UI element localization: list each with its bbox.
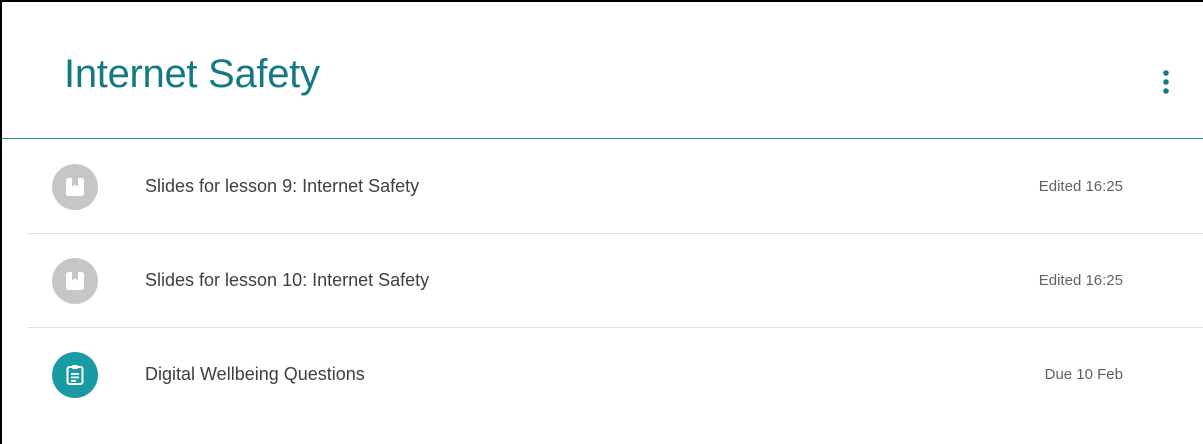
list-item-meta: Edited 16:25 [1038, 178, 1123, 195]
topic-title: Internet Safety [64, 52, 320, 96]
list-item[interactable]: Digital Wellbeing Questions Due 10 Feb [27, 328, 1203, 422]
topic-card: Internet Safety Slides for lesson 9: Int… [0, 0, 1203, 444]
material-icon [52, 164, 98, 210]
list-item-title: Slides for lesson 10: Internet Safety [145, 270, 430, 290]
topic-options-button[interactable] [1152, 64, 1180, 100]
list-item-title: Slides for lesson 9: Internet Safety [145, 176, 420, 196]
list-item[interactable]: Slides for lesson 9: Internet Safety Edi… [27, 140, 1203, 234]
material-icon [52, 258, 98, 304]
assignment-icon [52, 352, 98, 398]
list-item[interactable]: Slides for lesson 10: Internet Safety Ed… [27, 234, 1203, 328]
more-vert-icon [1163, 70, 1169, 94]
classwork-list: Slides for lesson 9: Internet Safety Edi… [27, 140, 1203, 422]
list-item-meta: Edited 16:25 [1038, 272, 1123, 289]
topic-header: Internet Safety [2, 2, 1203, 139]
list-item-meta: Due 10 Feb [1044, 366, 1123, 383]
list-item-title: Digital Wellbeing Questions [145, 364, 365, 384]
